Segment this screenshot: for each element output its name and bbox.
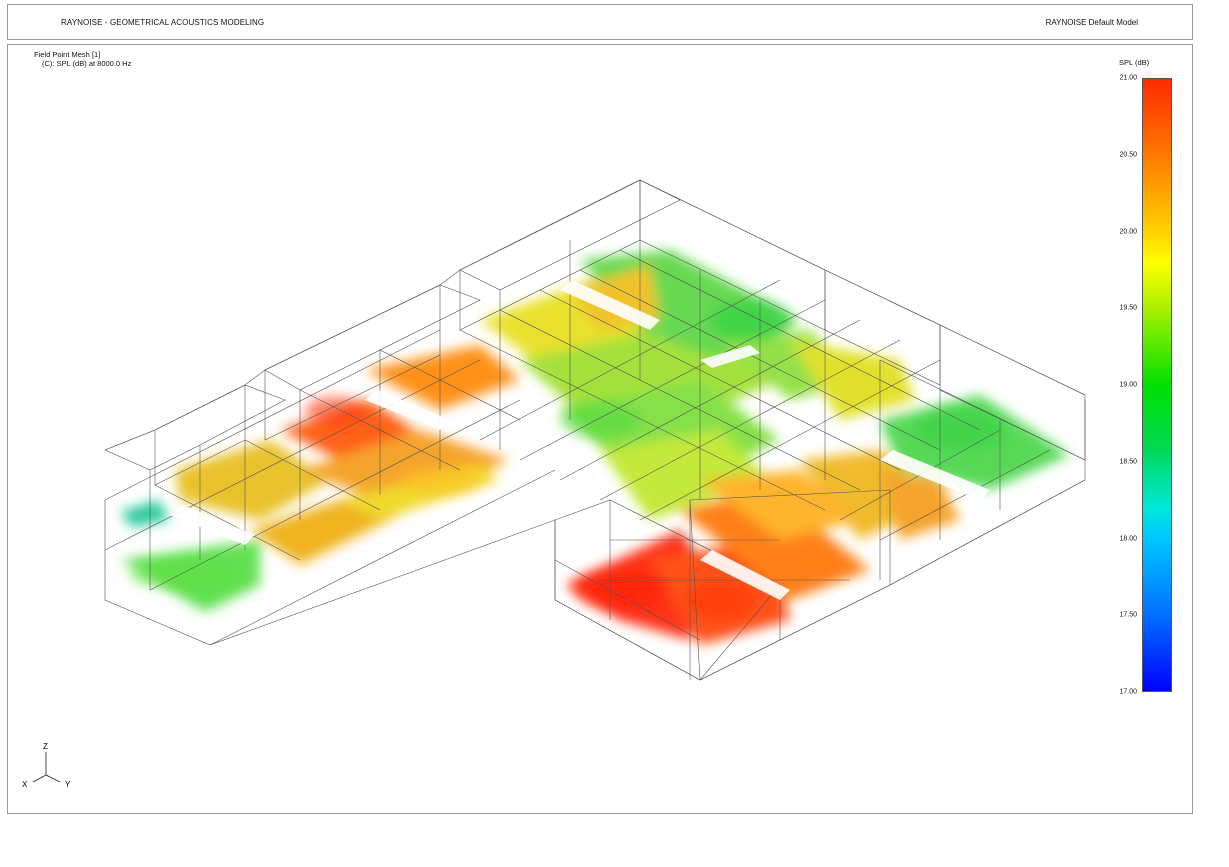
axes-triad — [32, 752, 61, 783]
colorbar-tick: 20.50 — [1119, 151, 1137, 159]
axis-z-label: Z — [43, 742, 48, 751]
colorbar-tick: 18.50 — [1119, 458, 1137, 466]
axis-x-label: X — [22, 780, 28, 789]
colorbar-ticks: 21.00 20.50 20.00 19.50 19.00 18.50 18.00 17.50… — [1101, 74, 1141, 696]
acoustic-model-view[interactable]: Z X Y — [0, 0, 1229, 867]
colorbar-tick: 17.00 — [1119, 688, 1137, 696]
spl-colorbar — [1142, 78, 1172, 692]
axis-y-label: Y — [65, 780, 71, 789]
legend-title: SPL (dB) — [1119, 58, 1150, 67]
colorbar-tick: 18.00 — [1119, 535, 1137, 542]
colorbar-tick: 19.00 — [1119, 381, 1137, 389]
colorbar-tick: 17.50 — [1119, 611, 1137, 619]
colorbar-tick: 21.00 — [1119, 74, 1137, 82]
colorbar-tick: 19.50 — [1119, 304, 1137, 312]
colorbar-tick: 20.00 — [1119, 228, 1137, 235]
